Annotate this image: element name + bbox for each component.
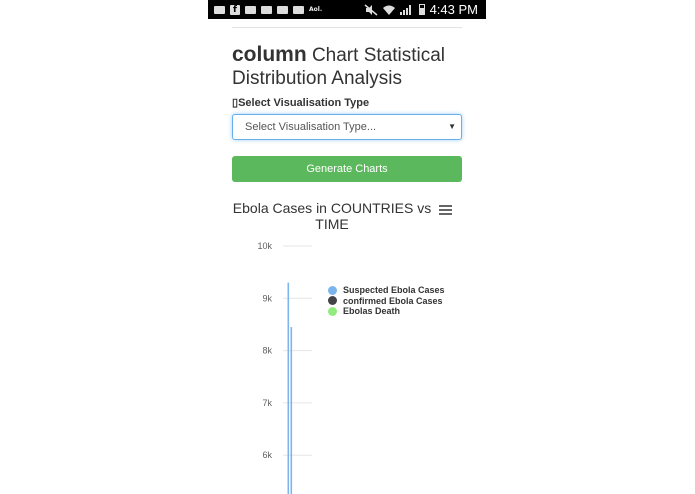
column-chart: 10k 9k 8k 7k 6k [257, 241, 312, 494]
bar-suspected-cases[interactable] [290, 327, 293, 494]
bar-suspected-cases[interactable] [287, 282, 290, 494]
y-tick-label: 6k [262, 450, 272, 460]
y-tick-label: 9k [262, 293, 272, 303]
y-tick-label: 8k [262, 346, 272, 356]
y-tick-label: 10k [257, 241, 272, 251]
y-tick-label: 7k [262, 398, 272, 408]
